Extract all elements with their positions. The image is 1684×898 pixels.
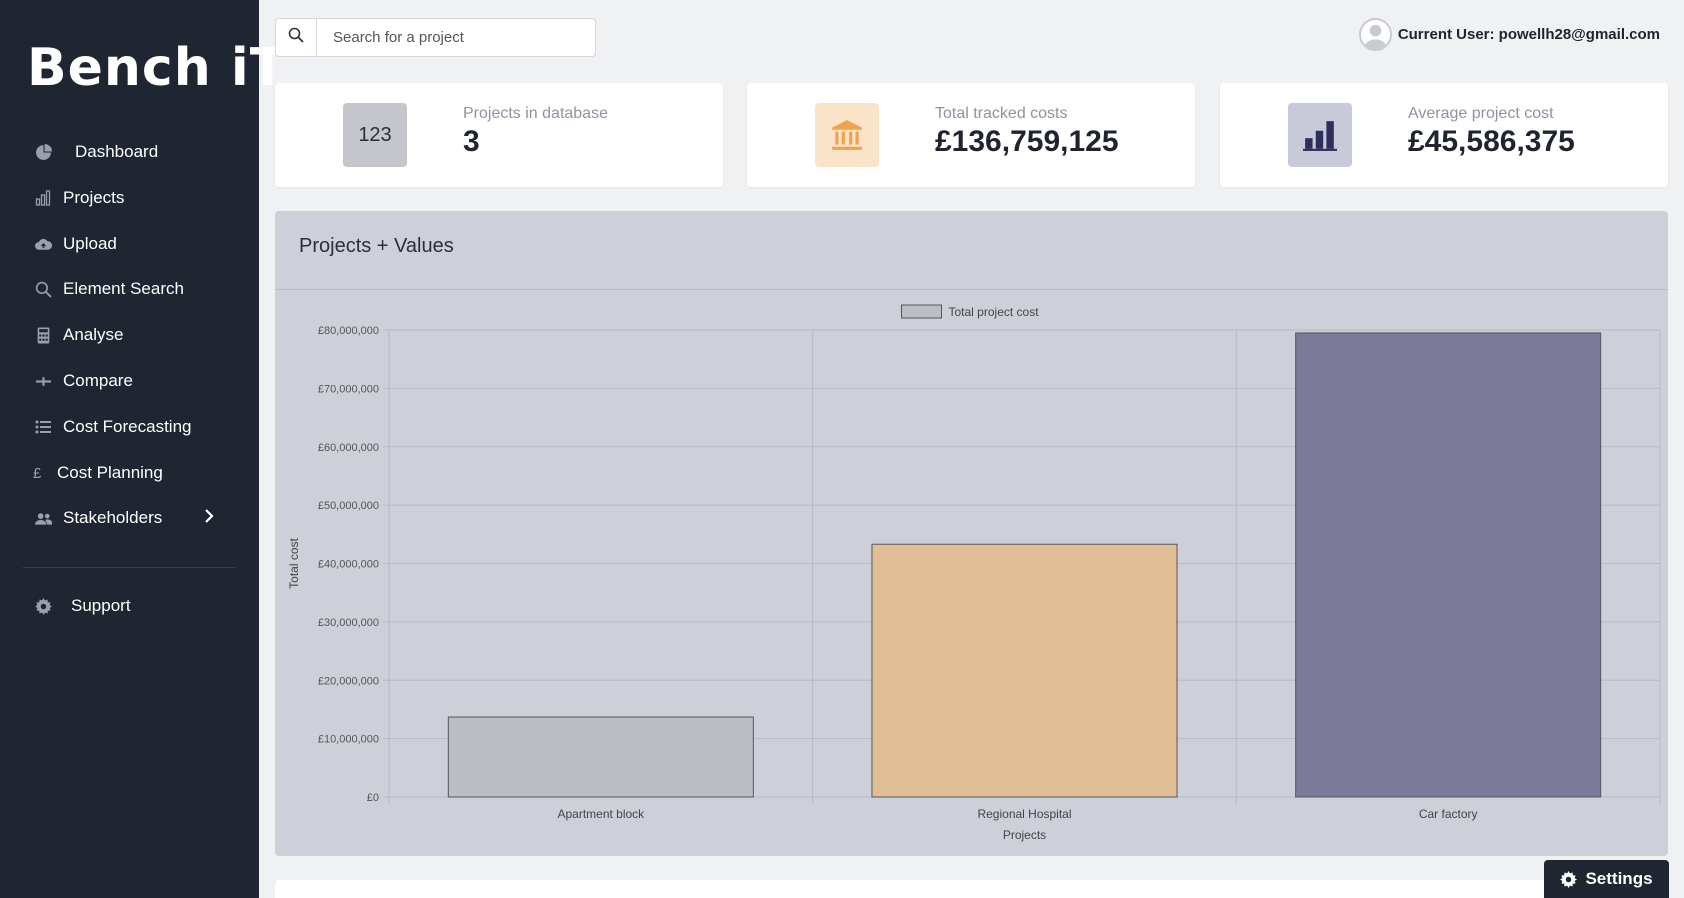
current-user[interactable]: Current User: powellh28@gmail.com bbox=[1358, 18, 1660, 51]
x-tick-label: Regional Hospital bbox=[977, 807, 1071, 821]
sidebar-item-support[interactable]: Support bbox=[0, 586, 259, 626]
chevron-right-icon[interactable] bbox=[204, 508, 214, 528]
users-icon bbox=[34, 509, 52, 527]
y-tick-label: £40,000,000 bbox=[318, 559, 379, 571]
x-tick-label: Car factory bbox=[1419, 807, 1478, 821]
y-tick-label: £0 bbox=[367, 792, 379, 804]
sidebar-item-compare[interactable]: Compare bbox=[0, 361, 259, 401]
y-axis-title: Total cost bbox=[287, 537, 301, 588]
sidebar-item-dashboard[interactable]: Dashboard bbox=[0, 132, 259, 172]
stat-value: £45,586,375 bbox=[1408, 125, 1575, 158]
legend-swatch bbox=[901, 304, 942, 319]
project-search bbox=[275, 18, 596, 57]
gear-icon bbox=[1560, 870, 1578, 888]
sidebar-item-stakeholders[interactable]: Stakeholders bbox=[0, 498, 259, 538]
sidebar-item-label: Stakeholders bbox=[63, 508, 163, 527]
sidebar-item-cost-planning[interactable]: £ Cost Planning bbox=[0, 453, 259, 493]
y-tick-label: £70,000,000 bbox=[318, 383, 379, 395]
bank-icon bbox=[815, 103, 879, 167]
x-axis-title: Projects bbox=[1003, 828, 1046, 842]
sidebar-item-upload[interactable]: Upload bbox=[0, 224, 259, 264]
cloud-upload-icon bbox=[34, 235, 52, 253]
sidebar-item-label: Upload bbox=[63, 234, 117, 253]
current-user-label: Current User: powellh28@gmail.com bbox=[1397, 26, 1660, 43]
stat-card-projects: 123 Projects in database 3 bbox=[275, 83, 723, 187]
sidebar-item-label: Compare bbox=[63, 371, 133, 390]
search-icon bbox=[34, 280, 52, 298]
avatar[interactable] bbox=[1358, 18, 1392, 51]
projects-count-badge: 123 bbox=[343, 103, 407, 167]
sidebar: Bench iT Dashboard Projects Upload Eleme… bbox=[0, 0, 285, 898]
x-tick-label: Apartment block bbox=[557, 807, 645, 821]
building-chart-icon bbox=[34, 189, 52, 207]
next-panel bbox=[275, 880, 1668, 898]
projects-values-chart: £0 £10,000,000 £20,000,000 £30,000,000 £40,0… bbox=[287, 304, 1661, 842]
stat-label: Average project cost bbox=[1408, 105, 1554, 122]
search-icon bbox=[288, 27, 304, 48]
gear-icon bbox=[34, 597, 52, 615]
y-tick-label: £20,000,000 bbox=[318, 675, 379, 687]
bar-chart-icon bbox=[1288, 103, 1352, 167]
sidebar-item-projects[interactable]: Projects bbox=[0, 178, 259, 218]
sidebar-item-analyse[interactable]: Analyse bbox=[0, 315, 259, 355]
pound-icon: £ bbox=[33, 464, 42, 482]
settings-label: Settings bbox=[1585, 869, 1653, 888]
stat-card-total-costs: Total tracked costs £136,759,125 bbox=[747, 83, 1195, 187]
sidebar-item-element-search[interactable]: Element Search bbox=[0, 269, 259, 309]
y-tick-label: £50,000,000 bbox=[318, 500, 379, 512]
search-button[interactable] bbox=[276, 19, 317, 56]
y-tick-label: £10,000,000 bbox=[318, 734, 379, 746]
sidebar-item-label: Element Search bbox=[63, 279, 184, 298]
app-logo[interactable]: Bench iT bbox=[27, 38, 286, 98]
legend-label: Total project cost bbox=[949, 305, 1040, 319]
sidebar-item-label: Cost Forecasting bbox=[63, 417, 192, 436]
bar bbox=[447, 716, 754, 798]
compare-icon bbox=[34, 372, 52, 390]
sidebar-divider bbox=[23, 567, 235, 568]
sidebar-item-label: Support bbox=[71, 596, 131, 615]
stat-value: £136,759,125 bbox=[935, 125, 1119, 158]
calculator-icon bbox=[34, 326, 52, 344]
y-tick-label: £30,000,000 bbox=[318, 617, 379, 629]
y-tick-label: £60,000,000 bbox=[318, 442, 379, 454]
stat-value: 3 bbox=[463, 125, 480, 158]
y-tick-label: £80,000,000 bbox=[318, 325, 379, 337]
pie-chart-icon bbox=[34, 143, 52, 161]
bar bbox=[1295, 332, 1602, 798]
sidebar-item-label: Dashboard bbox=[75, 142, 159, 161]
sidebar-item-label: Analyse bbox=[63, 325, 124, 344]
sidebar-item-cost-forecasting[interactable]: Cost Forecasting bbox=[0, 407, 259, 447]
settings-button[interactable]: Settings bbox=[1544, 860, 1669, 898]
list-icon bbox=[34, 418, 52, 436]
sidebar-item-label: Projects bbox=[63, 188, 125, 207]
stat-label: Projects in database bbox=[463, 105, 608, 122]
stat-label: Total tracked costs bbox=[935, 105, 1068, 122]
search-input[interactable] bbox=[317, 19, 587, 56]
bar bbox=[871, 543, 1178, 798]
stat-card-average-cost: Average project cost £45,586,375 bbox=[1220, 83, 1668, 187]
sidebar-item-label: Cost Planning bbox=[57, 463, 163, 482]
